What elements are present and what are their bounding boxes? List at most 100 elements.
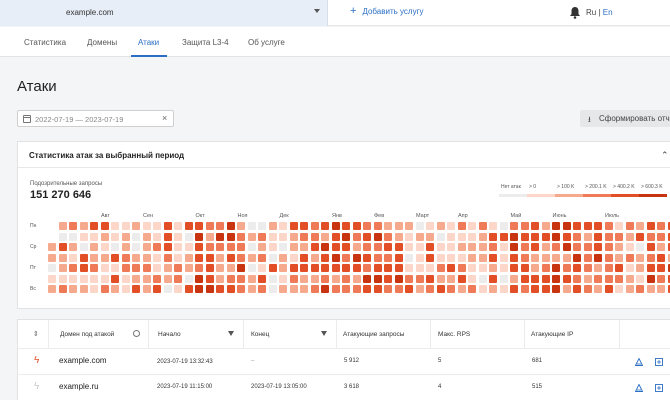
heatmap-cell[interactable] <box>363 232 371 241</box>
report-icon[interactable] <box>635 358 643 366</box>
date-range-picker[interactable]: 2022-07-19 — 2023-07-19 × <box>17 110 174 127</box>
heatmap-cell[interactable] <box>604 274 613 283</box>
heatmap-cell[interactable] <box>247 264 256 272</box>
heatmap-cell[interactable] <box>657 264 665 272</box>
heatmap-cell[interactable] <box>583 243 592 251</box>
heatmap-cell[interactable] <box>457 243 466 251</box>
heatmap-cell[interactable] <box>436 253 445 262</box>
heatmap-cell[interactable] <box>552 285 560 293</box>
heatmap-cell[interactable] <box>499 243 508 251</box>
search-icon[interactable] <box>133 330 140 337</box>
heatmap-cell[interactable] <box>174 274 182 283</box>
heatmap-cell[interactable] <box>310 243 319 251</box>
heatmap-cell[interactable] <box>415 243 424 251</box>
heatmap-cell[interactable] <box>384 264 392 272</box>
heatmap-cell[interactable] <box>121 253 130 262</box>
heatmap-cell[interactable] <box>552 232 560 241</box>
heatmap-cell[interactable] <box>405 253 413 262</box>
heatmap-cell[interactable] <box>352 264 361 272</box>
header-end[interactable]: Конец <box>251 331 269 338</box>
heatmap-cell[interactable] <box>163 222 172 230</box>
heatmap-cell[interactable] <box>174 285 182 293</box>
heatmap-cell[interactable] <box>615 232 623 241</box>
heatmap-cell[interactable] <box>289 243 298 251</box>
report-icon[interactable] <box>635 384 643 392</box>
heatmap-cell[interactable] <box>132 232 140 241</box>
heatmap-cell[interactable] <box>289 253 298 262</box>
heatmap-cell[interactable] <box>394 264 403 272</box>
sort-icon[interactable]: ⇕ <box>33 330 39 338</box>
heatmap-cell[interactable] <box>342 274 350 283</box>
heatmap-cell[interactable] <box>153 285 161 293</box>
heatmap-cell[interactable] <box>195 285 203 293</box>
panel-header[interactable]: Статистика атак за выбранный период ⌃ <box>18 142 670 168</box>
heatmap-cell[interactable] <box>373 264 382 272</box>
heatmap-cell[interactable] <box>520 274 529 283</box>
heatmap-cell[interactable] <box>342 264 350 272</box>
heatmap-cell[interactable] <box>279 232 287 241</box>
heatmap-cell[interactable] <box>279 243 287 251</box>
heatmap-cell[interactable] <box>594 253 602 262</box>
heatmap-cell[interactable] <box>646 274 655 283</box>
heatmap-cell[interactable] <box>562 222 571 230</box>
heatmap-cell[interactable] <box>48 253 56 262</box>
heatmap-cell[interactable] <box>363 253 371 262</box>
heatmap-cell[interactable] <box>195 232 203 241</box>
heatmap-cell[interactable] <box>184 253 193 262</box>
heatmap-cell[interactable] <box>300 285 308 293</box>
heatmap-cell[interactable] <box>268 243 277 251</box>
heatmap-cell[interactable] <box>468 253 476 262</box>
heatmap-cell[interactable] <box>300 264 308 272</box>
heatmap-cell[interactable] <box>79 253 88 262</box>
heatmap-cell[interactable] <box>646 222 655 230</box>
heatmap-cell[interactable] <box>69 274 77 283</box>
heatmap-cell[interactable] <box>216 232 224 241</box>
heatmap-cell[interactable] <box>352 222 361 230</box>
heatmap-cell[interactable] <box>625 243 634 251</box>
heatmap-cell[interactable] <box>153 274 161 283</box>
heatmap-cell[interactable] <box>174 243 182 251</box>
heatmap-cell[interactable] <box>646 264 655 272</box>
heatmap-cell[interactable] <box>69 253 77 262</box>
heatmap-cell[interactable] <box>69 222 77 230</box>
heatmap-cell[interactable] <box>384 274 392 283</box>
heatmap-cell[interactable] <box>216 222 224 230</box>
heatmap-cell[interactable] <box>552 264 560 272</box>
heatmap-cell[interactable] <box>289 264 298 272</box>
heatmap-cell[interactable] <box>520 222 529 230</box>
heatmap-cell[interactable] <box>321 243 329 251</box>
heatmap-cell[interactable] <box>268 222 277 230</box>
heatmap-cell[interactable] <box>415 264 424 272</box>
heatmap-cell[interactable] <box>594 243 602 251</box>
heatmap-cell[interactable] <box>573 285 581 293</box>
heatmap-cell[interactable] <box>447 232 455 241</box>
heatmap-cell[interactable] <box>352 232 361 241</box>
heatmap-cell[interactable] <box>226 253 235 262</box>
heatmap-cell[interactable] <box>646 243 655 251</box>
heatmap-cell[interactable] <box>489 264 497 272</box>
heatmap-cell[interactable] <box>520 285 529 293</box>
heatmap-cell[interactable] <box>384 243 392 251</box>
heatmap-cell[interactable] <box>363 222 371 230</box>
heatmap-cell[interactable] <box>321 274 329 283</box>
heatmap-cell[interactable] <box>447 253 455 262</box>
heatmap-cell[interactable] <box>111 222 119 230</box>
heatmap-cell[interactable] <box>436 285 445 293</box>
heatmap-cell[interactable] <box>394 253 403 262</box>
heatmap-cell[interactable] <box>226 285 235 293</box>
heatmap-cell[interactable] <box>499 253 508 262</box>
heatmap-cell[interactable] <box>604 253 613 262</box>
heatmap-cell[interactable] <box>90 264 98 272</box>
heatmap-cell[interactable] <box>90 232 98 241</box>
heatmap-cell[interactable] <box>174 222 182 230</box>
heatmap-cell[interactable] <box>478 243 487 251</box>
heatmap-cell[interactable] <box>478 222 487 230</box>
heatmap-cell[interactable] <box>300 253 308 262</box>
heatmap-cell[interactable] <box>436 232 445 241</box>
heatmap-cell[interactable] <box>541 232 550 241</box>
heatmap-cell[interactable] <box>373 285 382 293</box>
heatmap-cell[interactable] <box>636 274 644 283</box>
heatmap-cell[interactable] <box>216 243 224 251</box>
heatmap-cell[interactable] <box>373 232 382 241</box>
heatmap-cell[interactable] <box>468 285 476 293</box>
